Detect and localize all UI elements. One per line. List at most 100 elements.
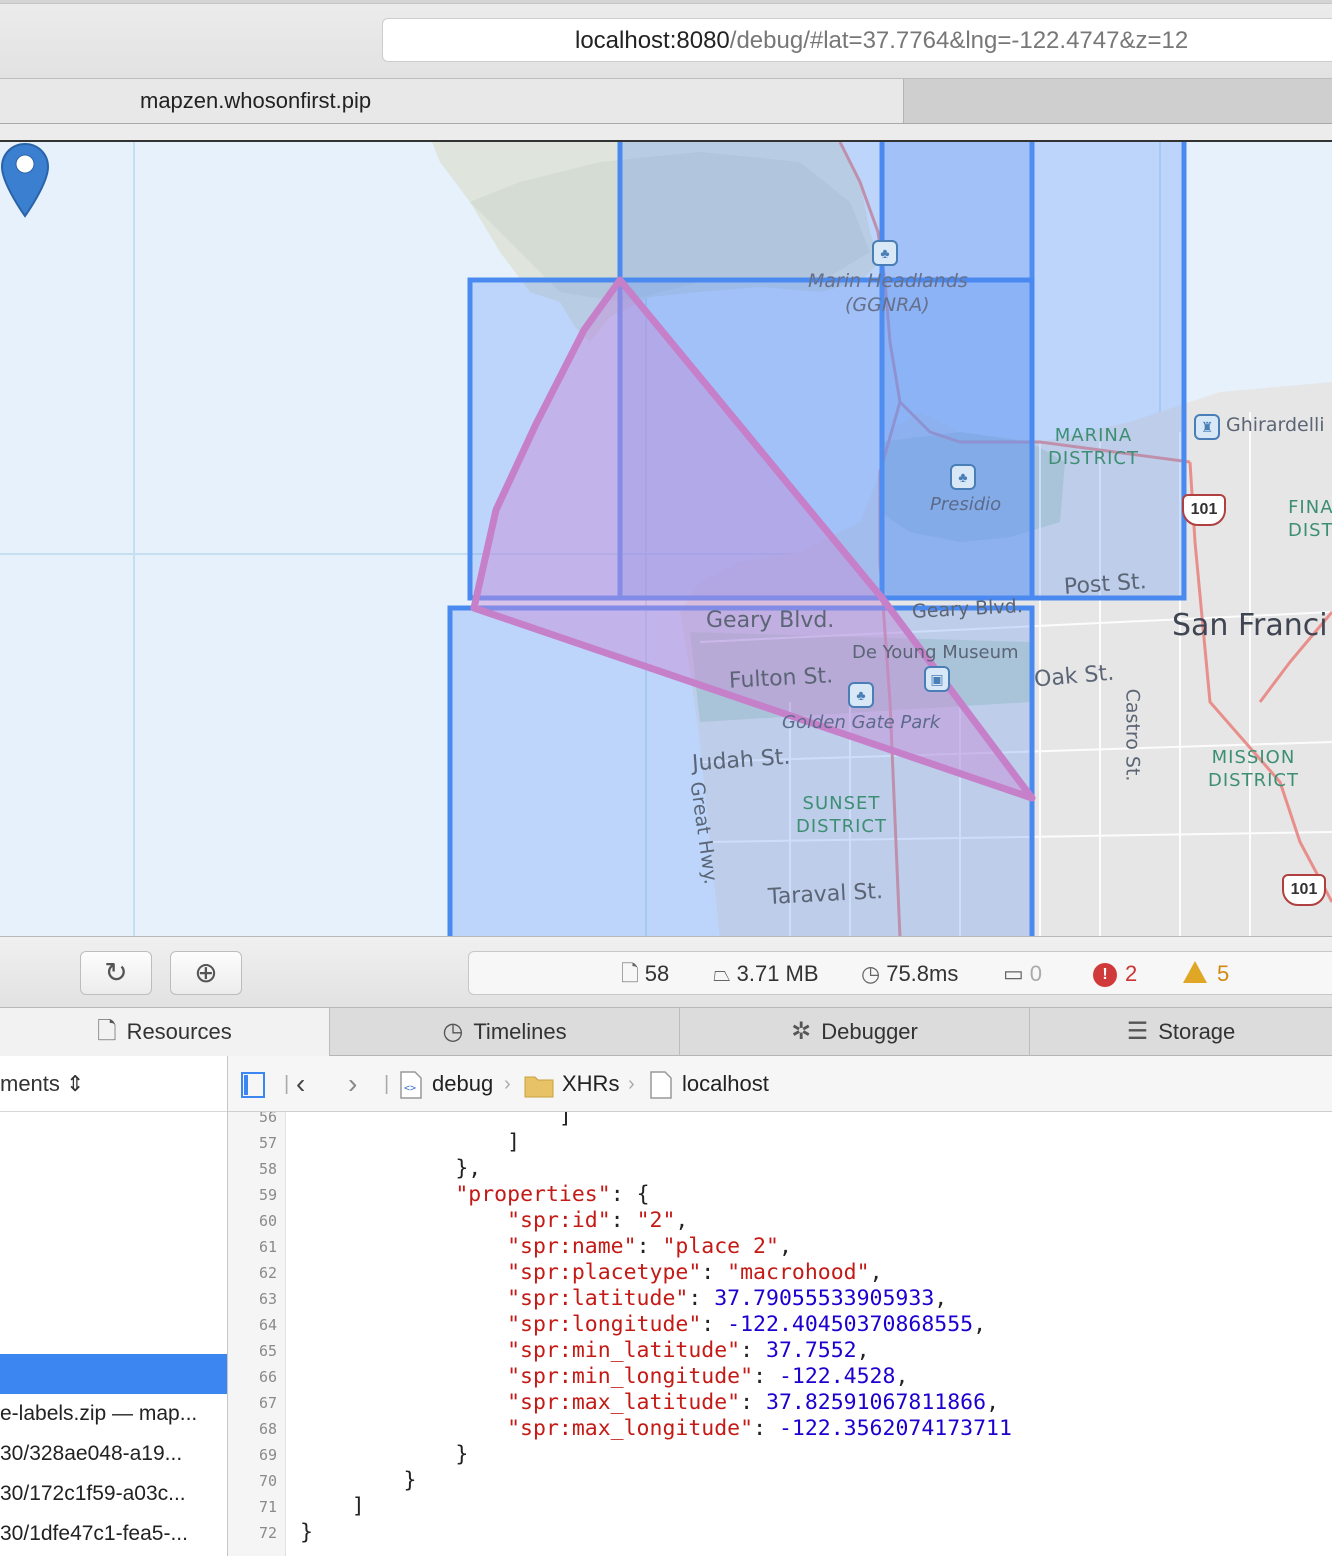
breadcrumb-debug[interactable]: <> debug xyxy=(398,1056,493,1112)
resource-size[interactable]: ⏢ 3.71 MB xyxy=(713,952,819,996)
map-canvas xyxy=(0,142,1332,936)
park-icon: ♣ xyxy=(848,682,874,708)
code-viewer[interactable]: 56 57 58 59 60 61 62 63 64 65 66 67 68 69 70 71 72 ] ] }… xyxy=(228,1112,1332,1556)
line-number-gutter: 56 57 58 59 60 61 62 63 64 65 66 67 68 69 70 71 72 xyxy=(228,1112,286,1556)
file-icon xyxy=(650,1071,672,1099)
breadcrumb-xhrs[interactable]: XHRs xyxy=(524,1056,619,1112)
error-icon: ! xyxy=(1093,963,1117,987)
hwy-101-shield: 101 xyxy=(1182,494,1226,526)
line-number: 63 xyxy=(258,1290,277,1308)
reload-button[interactable]: ↻ xyxy=(80,951,152,995)
toggle-sidebar-button[interactable] xyxy=(240,1056,274,1112)
folder-icon xyxy=(524,1076,554,1098)
resource-size-value: 3.71 MB xyxy=(736,961,819,986)
sidebar-row[interactable]: 30/1dfe47c1-fea5-... xyxy=(0,1514,227,1554)
code-line: "spr:id": "2", xyxy=(507,1208,689,1233)
log-count[interactable]: ▭ 0 xyxy=(1003,952,1042,996)
code-line: "spr:max_latitude": 37.82591067811866, xyxy=(507,1390,1000,1415)
tab-label: Resources xyxy=(126,1019,232,1044)
location-pin-icon[interactable] xyxy=(0,142,50,218)
warning-count[interactable]: 5 xyxy=(1183,952,1229,996)
devtools-tab-bar: 🗋 Resources ◷ Timelines ✲ Debugger ☰ Storage xyxy=(0,1008,1332,1056)
line-number: 66 xyxy=(258,1368,277,1386)
code-line: }, xyxy=(300,1156,482,1181)
divider: | xyxy=(284,1073,290,1095)
tab-timelines[interactable]: ◷ Timelines xyxy=(330,1008,680,1056)
breadcrumb-separator: › xyxy=(628,1073,635,1095)
code-line: } xyxy=(300,1468,417,1493)
line-number: 72 xyxy=(258,1524,277,1542)
sidebar-row[interactable]: 30/172c1f59-a03c... xyxy=(0,1474,227,1514)
code-line: "spr:min_latitude": 37.7552, xyxy=(507,1338,870,1363)
error-count[interactable]: ! 2 xyxy=(1093,952,1137,996)
map-label-de-young: De Young Museum xyxy=(852,642,1019,663)
resources-sidebar: ments ⇕ e-labels.zip — map... 30/328ae04… xyxy=(0,1056,228,1556)
code-line: "spr:name": "place 2", xyxy=(507,1234,792,1259)
tab-debugger[interactable]: ✲ Debugger xyxy=(680,1008,1030,1056)
html-file-icon: <> xyxy=(400,1071,422,1099)
line-number: 58 xyxy=(258,1160,277,1178)
sidebar-row[interactable]: 30/328ae048-a19... xyxy=(0,1434,227,1474)
tab-label: Debugger xyxy=(821,1019,918,1044)
clock-icon: ◷ xyxy=(861,961,881,986)
code-line: ] xyxy=(300,1130,521,1155)
code-line: "spr:min_longitude": -122.4528, xyxy=(507,1364,909,1389)
line-number: 71 xyxy=(258,1498,277,1516)
back-button[interactable]: ‹ xyxy=(296,1056,305,1112)
tab-resources[interactable]: 🗋 Resources xyxy=(0,1008,330,1056)
museum-icon: ▣ xyxy=(924,666,950,692)
resource-count[interactable]: 🗋 58 xyxy=(621,952,669,996)
sidebar-header[interactable]: ments ⇕ xyxy=(0,1056,227,1112)
activity-viewer: 🗋 58 ⏢ 3.71 MB ◷ 75.8ms ▭ 0 ! 2 5 xyxy=(468,951,1332,995)
browser-tab-active[interactable]: mapzen.whosonfirst.pip xyxy=(0,79,904,123)
sidebar-row[interactable]: e-labels.zip — map... xyxy=(0,1394,227,1434)
map-label-ghirardelli: Ghirardelli S xyxy=(1226,414,1332,436)
map-view[interactable]: Marin Headlands (GGNRA) MARINA DISTRICT … xyxy=(0,140,1332,936)
breadcrumb-label: localhost xyxy=(682,1071,769,1096)
tab-label: Timelines xyxy=(473,1019,567,1044)
clock-icon: ◷ xyxy=(442,1018,464,1045)
chevron-updown-icon: ⇕ xyxy=(66,1071,85,1096)
address-bar[interactable]: localhost:8080/debug/#lat=37.7764&lng=-1… xyxy=(382,18,1332,62)
load-time[interactable]: ◷ 75.8ms xyxy=(861,952,958,996)
sidebar-row-selected[interactable] xyxy=(0,1354,227,1394)
code-line: } xyxy=(300,1520,313,1545)
line-number: 69 xyxy=(258,1446,277,1464)
download-icon: ⊕ xyxy=(194,957,218,988)
map-label-presidio: Presidio xyxy=(930,494,1002,515)
warning-icon xyxy=(1183,961,1207,983)
map-label-financial-district: FINA DIST xyxy=(1288,497,1332,541)
park-icon: ♣ xyxy=(872,240,898,266)
landmark-icon: ♜ xyxy=(1194,414,1220,440)
map-label-marin-headlands: Marin Headlands xyxy=(808,270,968,292)
line-number: 57 xyxy=(258,1134,277,1152)
tab-strip: mapzen.whosonfirst.pip xyxy=(0,78,1332,124)
download-button[interactable]: ⊕ xyxy=(170,951,242,995)
forward-button[interactable]: › xyxy=(348,1056,357,1112)
line-number: 68 xyxy=(258,1420,277,1438)
browser-chrome: localhost:8080/debug/#lat=37.7764&lng=-1… xyxy=(0,0,1332,124)
weight-icon: ⏢ xyxy=(713,961,731,986)
browser-tab-inactive[interactable] xyxy=(904,79,1332,123)
map-label-golden-gate-park: Golden Gate Park xyxy=(782,712,941,733)
content-navigation-bar: | ‹ › | <> debug › XHRs › localhost xyxy=(228,1056,1332,1112)
line-number: 65 xyxy=(258,1342,277,1360)
map-label-ggnra: (GGNRA) xyxy=(845,294,930,316)
map-label-marina-district: MARINA DISTRICT xyxy=(1048,425,1139,469)
code-line: } xyxy=(300,1442,469,1467)
svg-text:<>: <> xyxy=(404,1083,416,1094)
reload-icon: ↻ xyxy=(104,957,128,988)
sidebar-toggle-icon xyxy=(241,1072,265,1099)
breadcrumb-localhost[interactable]: localhost xyxy=(648,1056,769,1112)
bug-icon: ✲ xyxy=(791,1018,812,1045)
document-icon: 🗋 xyxy=(97,1018,117,1045)
line-number: 61 xyxy=(258,1238,277,1256)
tab-storage[interactable]: ☰ Storage xyxy=(1030,1008,1332,1056)
devtools-toolbar: ↻ ⊕ 🗋 58 ⏢ 3.71 MB ◷ 75.8ms ▭ 0 ! 2 5 xyxy=(0,936,1332,1008)
code-line: "spr:placetype": "macrohood", xyxy=(507,1260,883,1285)
error-count-value: 2 xyxy=(1125,961,1138,986)
breadcrumb-label: XHRs xyxy=(562,1071,620,1096)
address-host: localhost:8080 xyxy=(575,27,730,54)
code-line: ] xyxy=(300,1112,572,1129)
line-number: 59 xyxy=(258,1186,277,1204)
